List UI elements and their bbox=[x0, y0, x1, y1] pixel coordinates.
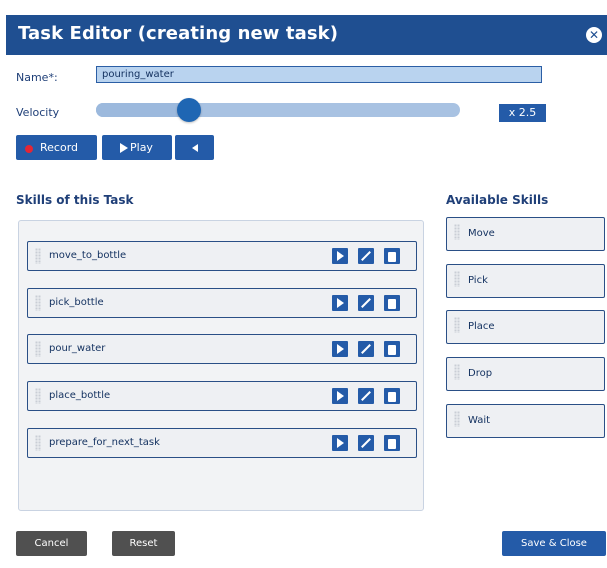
play-skill-icon[interactable] bbox=[332, 295, 348, 311]
skill-name: prepare_for_next_task bbox=[49, 437, 160, 448]
available-skill-label: Move bbox=[468, 228, 495, 239]
skills-of-task-title: Skills of this Task bbox=[16, 193, 134, 207]
available-skill-item[interactable]: Pick bbox=[446, 264, 605, 298]
available-skill-item[interactable]: Move bbox=[446, 217, 605, 251]
record-button[interactable]: Record bbox=[16, 135, 97, 160]
available-skill-label: Wait bbox=[468, 415, 491, 426]
velocity-slider-fill bbox=[96, 103, 189, 117]
skill-name: pour_water bbox=[49, 343, 106, 354]
play-skill-icon[interactable] bbox=[332, 388, 348, 404]
delete-trash-icon[interactable] bbox=[384, 388, 400, 404]
skill-row[interactable]: pour_water bbox=[27, 334, 417, 364]
drag-handle-icon[interactable] bbox=[35, 388, 41, 404]
delete-trash-icon[interactable] bbox=[384, 248, 400, 264]
play-skill-icon[interactable] bbox=[332, 248, 348, 264]
velocity-value-badge: x 2.5 bbox=[499, 104, 546, 122]
skill-name: place_bottle bbox=[49, 390, 111, 401]
available-skill-item[interactable]: Wait bbox=[446, 404, 605, 438]
task-editor-dialog: Task Editor (creating new task) ✕ Name*:… bbox=[6, 8, 607, 568]
available-skills-title: Available Skills bbox=[446, 193, 549, 207]
drag-handle-icon[interactable] bbox=[35, 435, 41, 451]
available-skill-label: Place bbox=[468, 321, 495, 332]
available-skill-item[interactable]: Place bbox=[446, 310, 605, 344]
drag-handle-icon[interactable] bbox=[35, 248, 41, 264]
drag-handle-icon[interactable] bbox=[454, 411, 460, 427]
play-button[interactable]: Play bbox=[102, 135, 172, 160]
velocity-slider-thumb[interactable] bbox=[176, 98, 201, 122]
delete-trash-icon[interactable] bbox=[384, 295, 400, 311]
edit-pencil-icon[interactable] bbox=[358, 248, 374, 264]
drag-handle-icon[interactable] bbox=[454, 224, 460, 240]
edit-pencil-icon[interactable] bbox=[358, 435, 374, 451]
skill-row[interactable]: prepare_for_next_task bbox=[27, 428, 417, 458]
edit-pencil-icon[interactable] bbox=[358, 341, 374, 357]
skill-row[interactable]: place_bottle bbox=[27, 381, 417, 411]
velocity-label: Velocity bbox=[16, 106, 60, 119]
cancel-button[interactable]: Cancel bbox=[16, 531, 87, 556]
task-skills-panel: move_to_bottle pick_bottle pour_water pl… bbox=[18, 220, 424, 511]
skill-name: pick_bottle bbox=[49, 297, 104, 308]
available-skill-label: Drop bbox=[468, 368, 493, 379]
save-close-button[interactable]: Save & Close bbox=[502, 531, 606, 556]
window-title: Task Editor (creating new task) bbox=[18, 23, 339, 44]
play-skill-icon[interactable] bbox=[332, 435, 348, 451]
available-skill-item[interactable]: Drop bbox=[446, 357, 605, 391]
play-skill-icon[interactable] bbox=[332, 341, 348, 357]
name-label: Name*: bbox=[16, 71, 58, 84]
close-icon[interactable]: ✕ bbox=[586, 27, 602, 43]
play-icon bbox=[120, 143, 128, 153]
drag-handle-icon[interactable] bbox=[35, 341, 41, 357]
play-button-label: Play bbox=[130, 141, 153, 154]
drag-handle-icon[interactable] bbox=[454, 364, 460, 380]
reset-button[interactable]: Reset bbox=[112, 531, 175, 556]
rewind-button[interactable] bbox=[175, 135, 214, 160]
record-button-label: Record bbox=[40, 141, 79, 154]
available-skill-label: Pick bbox=[468, 275, 488, 286]
task-name-input[interactable] bbox=[96, 66, 542, 83]
delete-trash-icon[interactable] bbox=[384, 341, 400, 357]
drag-handle-icon[interactable] bbox=[454, 317, 460, 333]
edit-pencil-icon[interactable] bbox=[358, 295, 374, 311]
rewind-icon bbox=[192, 144, 198, 152]
drag-handle-icon[interactable] bbox=[35, 295, 41, 311]
velocity-slider[interactable] bbox=[96, 98, 460, 122]
drag-handle-icon[interactable] bbox=[454, 271, 460, 287]
skill-row[interactable]: move_to_bottle bbox=[27, 241, 417, 271]
skill-row[interactable]: pick_bottle bbox=[27, 288, 417, 318]
edit-pencil-icon[interactable] bbox=[358, 388, 374, 404]
record-dot-icon bbox=[25, 145, 33, 153]
skill-name: move_to_bottle bbox=[49, 250, 127, 261]
title-bar: Task Editor (creating new task) ✕ bbox=[6, 15, 607, 55]
delete-trash-icon[interactable] bbox=[384, 435, 400, 451]
